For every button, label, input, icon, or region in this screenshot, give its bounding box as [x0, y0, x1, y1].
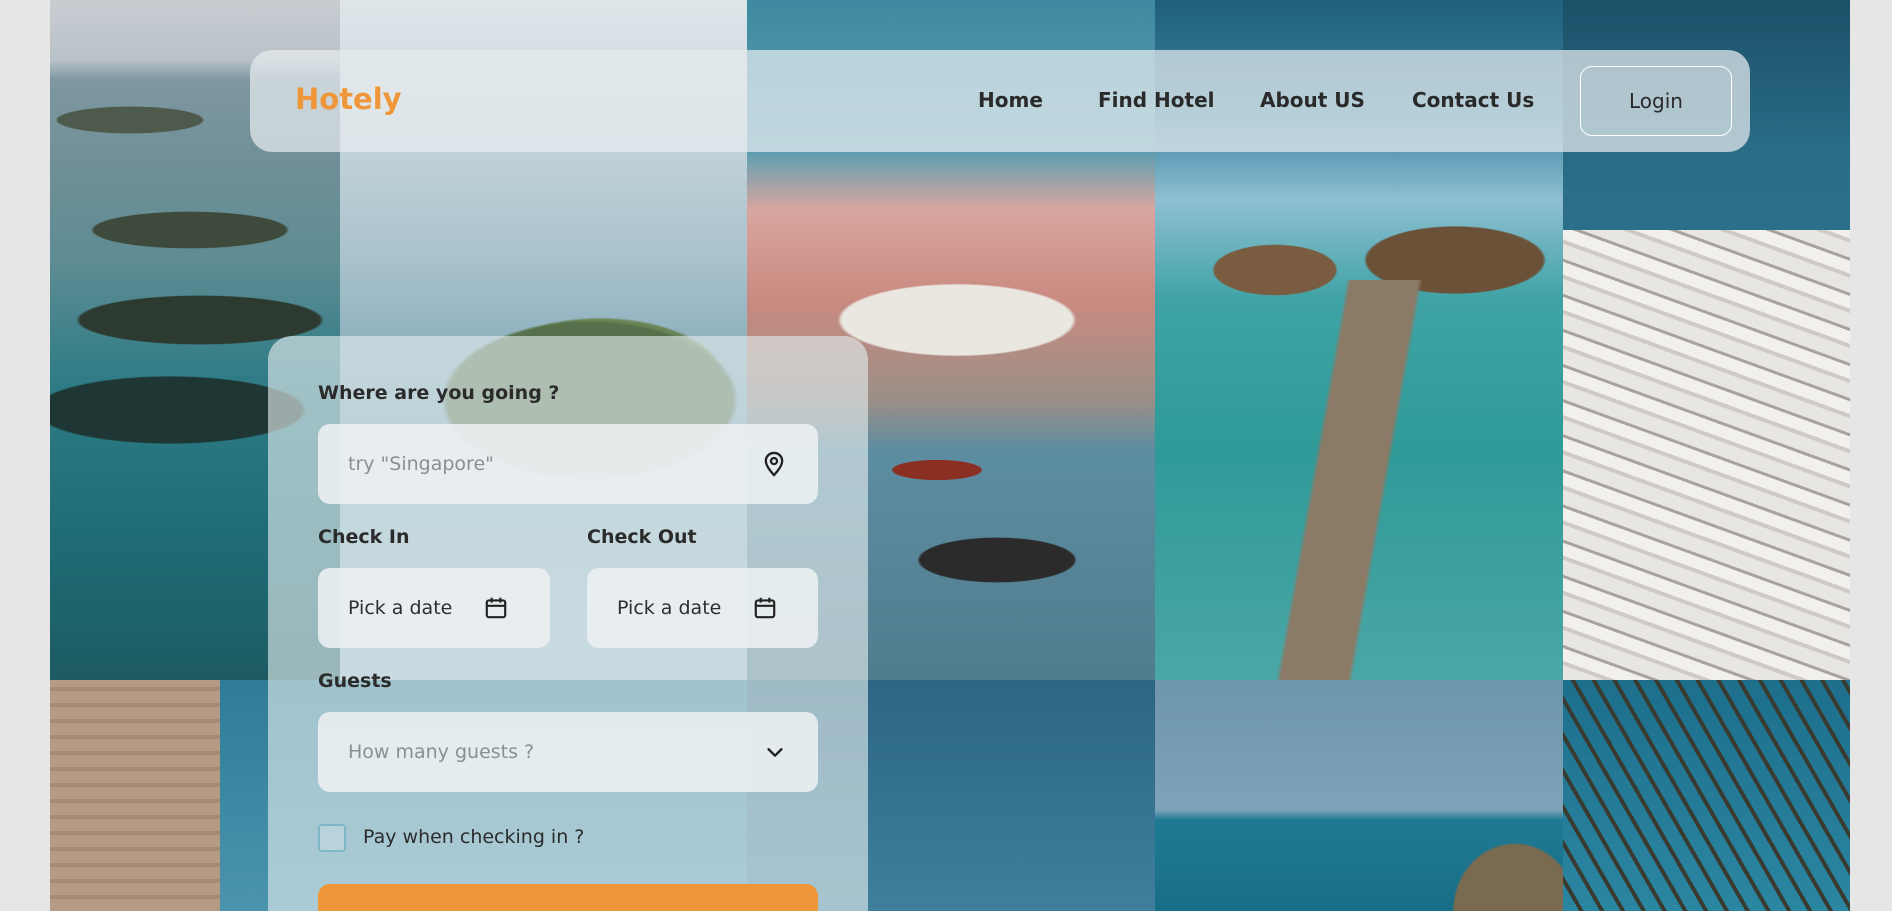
destination-label: Where are you going ? [318, 382, 560, 404]
destination-input[interactable]: try "Singapore" [318, 424, 818, 504]
check-out-value: Pick a date [617, 597, 722, 619]
pay-on-checkin-label: Pay when checking in ? [363, 826, 585, 848]
login-button[interactable]: Login [1580, 66, 1732, 136]
guests-placeholder: How many guests ? [348, 741, 535, 763]
check-in-label: Check In [318, 526, 410, 548]
page: Hotely Home Find Hotel About US Contact … [50, 0, 1850, 911]
pay-on-checkin-checkbox[interactable] [318, 824, 346, 852]
nav-home[interactable]: Home [978, 88, 1043, 112]
guests-label: Guests [318, 670, 392, 692]
check-out-label: Check Out [587, 526, 697, 548]
search-submit-button[interactable] [318, 884, 818, 911]
search-form-panel: Where are you going ? try "Singapore" Ch… [268, 336, 868, 911]
calendar-icon [485, 597, 507, 619]
navbar: Hotely Home Find Hotel About US Contact … [250, 50, 1750, 152]
check-in-date-picker[interactable]: Pick a date [318, 568, 550, 648]
chevron-down-icon [767, 748, 783, 757]
photo-sea-cliff [1155, 680, 1563, 911]
destination-placeholder: try "Singapore" [348, 453, 494, 475]
photo-palm [1563, 680, 1850, 911]
brand-logo[interactable]: Hotely [295, 82, 402, 116]
photo-morocco [50, 680, 220, 911]
nav-contact-us[interactable]: Contact Us [1412, 88, 1534, 112]
calendar-icon [754, 597, 776, 619]
nav-find-hotel[interactable]: Find Hotel [1098, 88, 1215, 112]
location-pin-icon [764, 451, 784, 477]
check-out-date-picker[interactable]: Pick a date [587, 568, 818, 648]
nav-about-us[interactable]: About US [1260, 88, 1365, 112]
check-in-value: Pick a date [348, 597, 453, 619]
guests-select[interactable]: How many guests ? [318, 712, 818, 792]
